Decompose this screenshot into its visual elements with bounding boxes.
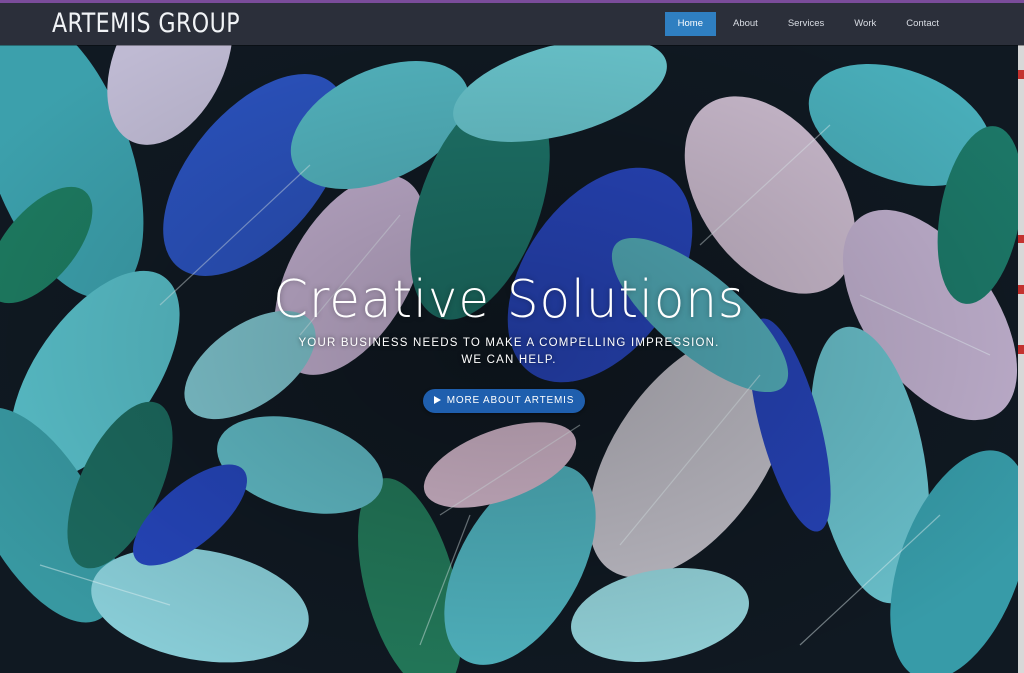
hero-section: Creative Solutions YOUR BUSINESS NEEDS T… <box>0 45 1018 673</box>
site-logo[interactable]: ARTEMIS GROUP <box>52 8 240 39</box>
hero-tagline-line-1: YOUR BUSINESS NEEDS TO MAKE A COMPELLING… <box>298 337 720 349</box>
browser-right-edge <box>1018 45 1024 673</box>
nav-work[interactable]: Work <box>841 12 889 36</box>
hero-headline: Creative Solutions <box>273 270 745 330</box>
more-about-button[interactable]: MORE ABOUT ARTEMIS <box>423 389 585 413</box>
play-icon <box>433 396 441 404</box>
more-about-button-label: MORE ABOUT ARTEMIS <box>446 395 575 406</box>
navbar: ARTEMIS GROUP Home About Services Work C… <box>0 3 1024 45</box>
nav-contact[interactable]: Contact <box>893 12 952 36</box>
nav-about[interactable]: About <box>720 12 771 36</box>
nav-services[interactable]: Services <box>775 12 837 36</box>
hero-tagline-line-2: WE CAN HELP. <box>461 354 557 366</box>
nav-home[interactable]: Home <box>664 12 716 36</box>
main-nav: Home About Services Work Contact <box>664 12 952 36</box>
